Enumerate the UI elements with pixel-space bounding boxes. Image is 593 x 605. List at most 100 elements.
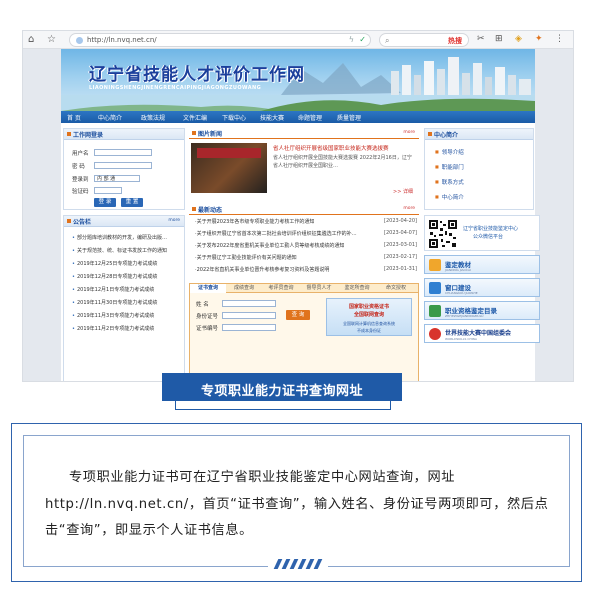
center-intro-header: 中心简介 [425, 129, 533, 140]
news-date: [2023-04-20] [384, 218, 417, 224]
latest-more-link[interactable]: more [403, 206, 415, 211]
bullet-icon [192, 131, 196, 135]
name-input[interactable] [222, 300, 276, 307]
shield-extension-icon[interactable]: ◈ [515, 34, 522, 44]
list-item[interactable]: 2019年12月1日专项能力考试成绩 [72, 286, 184, 293]
banner-textbooks[interactable]: 鉴定教材 JIANDING JIAOCAI [424, 255, 540, 274]
nav-center-intro[interactable]: 中心简介 [98, 113, 122, 122]
banner-sub: WORLDSKILLS CHINA [445, 337, 477, 341]
grid-icon[interactable]: ⊞ [495, 34, 503, 44]
announcement-panel: 公告栏 more 部分题库培训教材的开发，编研及出版… 关于规范技、统、标证书发… [63, 215, 185, 381]
news-title: ·关于开展2023年各市级专项职业能力考核工作的通知 [195, 219, 315, 225]
tab-authorization[interactable]: 命文授权 [376, 284, 416, 293]
worldskills-logo-icon [429, 328, 441, 340]
center-link-contact[interactable]: 联系方式 [435, 178, 464, 186]
qr-caption-line1: 辽宁省职业技能鉴定中心 [463, 226, 519, 232]
latest-news-header: 最新动态 more [189, 204, 419, 215]
wechat-qr-card: 辽宁省职业技能鉴定中心 公众微信平台 [424, 215, 540, 251]
banner-window-building[interactable]: 窗口建设 CHUANGKOU JIANSHE [424, 278, 540, 297]
scissors-icon[interactable]: ✂ [477, 34, 485, 44]
center-link-leaders[interactable]: 领导介绍 [435, 148, 464, 156]
nav-policy[interactable]: 政策法规 [141, 113, 165, 122]
list-item[interactable]: 2019年11月3日专项能力考试成绩 [72, 312, 184, 319]
login-panel-header: 工作网登录 [64, 129, 184, 140]
news-date: [2023-02-17] [384, 254, 417, 260]
window-icon [429, 282, 441, 294]
banner-label: 世界技能大赛中国组委会 [445, 330, 512, 337]
news-row[interactable]: ·2022年省直机关事业单位晋升考核参考复习资料及答题说明 [2023-01-31… [195, 266, 417, 273]
ad-line-4: 不成本身份证 [357, 328, 381, 333]
photo-news-more-link[interactable]: more [403, 130, 415, 135]
list-item[interactable]: 2019年12月28日专项能力考试成绩 [72, 273, 184, 280]
news-date: [2023-04-07] [384, 230, 417, 236]
query-button[interactable]: 查 询 [286, 310, 310, 320]
banner-worldskills[interactable]: 世界技能大赛中国组委会 WORLDSKILLS CHINA [424, 324, 540, 343]
address-bar[interactable]: http://ln.nvq.net.cn/ ϟ ✓ [69, 33, 371, 47]
center-link-departments[interactable]: 职能部门 [435, 163, 464, 171]
nav-downloads[interactable]: 下载中心 [222, 113, 246, 122]
banner-sub: CHUANGKOU JIANSHE [445, 291, 478, 295]
news-photo[interactable] [191, 143, 267, 193]
login-type-select[interactable]: 内 部 通 [94, 175, 140, 182]
banner-sub: JIANDING JIAOCAI [445, 268, 471, 272]
nav-competitions[interactable]: 技能大赛 [260, 113, 284, 122]
site-title: 辽宁省技能人才评价工作网 [89, 65, 305, 85]
username-label: 用户名 [72, 151, 89, 157]
center-link-intro[interactable]: 中心简介 [435, 193, 464, 201]
center-intro-panel: 中心简介 领导介绍 职能部门 联系方式 中心简介 [424, 128, 534, 210]
announcement-more-link[interactable]: more [168, 218, 180, 223]
banner-qualification-catalog[interactable]: 职业资格鉴定目录 ZHIYEZIGEJIANDINGMULU [424, 301, 540, 320]
search-box[interactable]: ⌕ 热搜 [379, 33, 469, 47]
hot-search-label: 热搜 [448, 37, 462, 45]
captcha-input[interactable] [94, 187, 122, 194]
password-label: 密 码 [72, 164, 85, 170]
reset-button[interactable]: 重 置 [121, 198, 143, 207]
certificate-query-panel: 证书查询 成绩查询 考评员查询 督导员人才 鉴定所查询 命文授权 姓 名 身份证… [189, 283, 419, 381]
news-row[interactable]: ·关于开展辽宁工勤业技能评价有关问题的通知 [2023-02-17] [195, 254, 417, 261]
home-icon[interactable]: ⌂ [28, 34, 34, 45]
announcement-panel-header: 公告栏 more [64, 216, 184, 227]
username-input[interactable] [94, 149, 152, 156]
news-title: ·关于开展辽宁工勤业技能评价有关问题的通知 [195, 255, 297, 261]
nav-home[interactable]: 首 页 [67, 113, 81, 122]
caption-text: 专项职业能力证书查询网址 [200, 384, 363, 399]
list-item[interactable]: 部分题库培训教材的开发，编研及出版… [72, 234, 184, 241]
catalog-icon [429, 305, 441, 317]
detail-link[interactable]: >> 详细 [393, 188, 413, 195]
login-button[interactable]: 登 录 [94, 198, 116, 207]
shield-icon[interactable]: ✓ [359, 35, 366, 44]
right-column: 辽宁省职业技能鉴定中心 公众微信平台 鉴定教材 JIANDING JIAOCAI… [424, 215, 540, 381]
login-panel-title: 工作网登录 [73, 132, 104, 139]
cert-number-input[interactable] [222, 324, 276, 331]
photo-news-headline[interactable]: 省人社厅组织开展省级国家职业技能大赛选拔赛 [273, 144, 413, 152]
game-extension-icon[interactable]: ✦ [535, 34, 543, 44]
star-icon[interactable]: ☆ [47, 34, 56, 45]
slash-mark [313, 559, 323, 569]
tab-supervisor-query[interactable]: 督导员人才 [300, 284, 338, 293]
tab-score-query[interactable]: 成绩查询 [226, 284, 262, 293]
news-row[interactable]: ·关于发布2022年度省重机关事业单位工勤人员等级考核成绩的通知 [2023-03… [195, 242, 417, 249]
tab-examiner-query[interactable]: 考评员查询 [262, 284, 300, 293]
photo-news-panel: 图片新闻 more 省人社厅组织开展省级国家职业技能大赛选拔赛 省人社厅组织开展… [189, 128, 419, 200]
query-tab-bar: 证书查询 成绩查询 考评员查询 督导员人才 鉴定所查询 命文授权 [190, 284, 418, 293]
search-icon: ⌕ [385, 36, 390, 45]
news-row[interactable]: ·关于组织开展辽宁省首本次第二批社会培训评价组织征集遴选工作的补… [2023-0… [195, 230, 417, 237]
list-item[interactable]: 2019年12月25日专项能力考试成绩 [72, 260, 184, 267]
bolt-icon[interactable]: ϟ [349, 35, 354, 44]
query-ad-banner[interactable]: 国家职业资格证书 全国联网查询 全国联网计算机信息查询系统 不成本身份证 [326, 298, 412, 336]
nav-quality-management[interactable]: 质量管理 [337, 113, 361, 122]
password-input[interactable] [94, 162, 152, 169]
bullet-icon [67, 219, 71, 223]
extension-menu-icon[interactable]: ⋮ [555, 34, 564, 44]
id-number-input[interactable] [222, 312, 276, 319]
login-type-label: 登录到 [72, 177, 89, 183]
list-item[interactable]: 关于规范技、统、标证书发放工作的通知 [72, 247, 184, 254]
tab-station-query[interactable]: 鉴定所查询 [338, 284, 376, 293]
nav-documents[interactable]: 文件汇编 [183, 113, 207, 122]
id-label: 身份证号 [196, 314, 219, 320]
news-row[interactable]: ·关于开展2023年各市级专项职业能力考核工作的通知 [2023-04-20] [195, 218, 417, 225]
list-item[interactable]: 2019年11月2日专项能力考试成绩 [72, 325, 184, 332]
nav-exam-management[interactable]: 命题管理 [298, 113, 322, 122]
tab-certificate-query[interactable]: 证书查询 [190, 284, 226, 293]
list-item[interactable]: 2019年11月30日专项能力考试成绩 [72, 299, 184, 306]
